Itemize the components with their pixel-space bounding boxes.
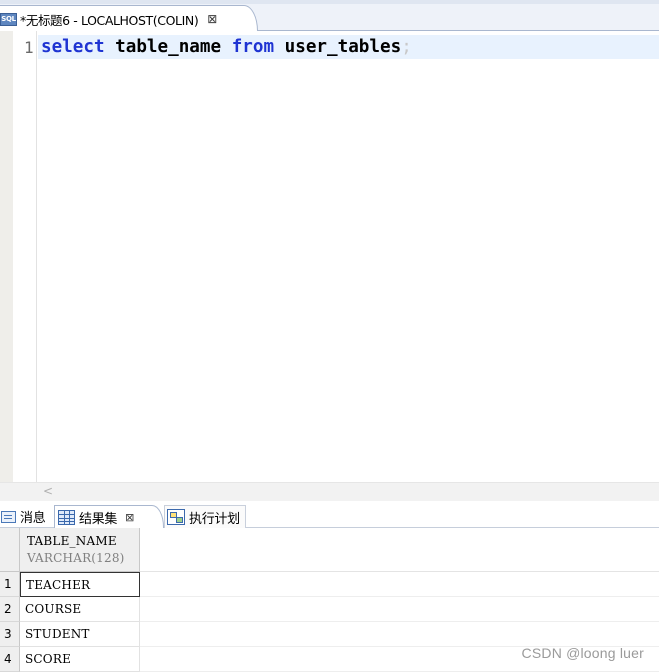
tab-messages[interactable]: 消息: [0, 505, 52, 528]
sql-file-icon: SQL: [0, 12, 17, 26]
row-number[interactable]: 4: [0, 647, 20, 672]
editor-tab-strip: SQL *无标题6 - LOCALHOST(COLIN) ⊠: [0, 0, 659, 32]
column-name: TABLE_NAME: [27, 534, 117, 548]
row-empty-area: [140, 622, 659, 647]
editor-gutter: [0, 31, 13, 482]
header-empty-area: [140, 528, 659, 572]
line-number-column: [13, 31, 37, 482]
row-empty-area: [140, 597, 659, 622]
tab-strip-top-edge: [0, 0, 659, 4]
execution-plan-icon: [167, 509, 185, 525]
table-cell[interactable]: TEACHER: [20, 572, 140, 597]
row-empty-area: [140, 572, 659, 597]
watermark: CSDN @loong luer: [521, 645, 644, 661]
identifier-column: table_name: [115, 37, 222, 57]
keyword-from: from: [231, 37, 275, 57]
grid-corner-header[interactable]: [0, 528, 20, 572]
tab-result-set-label: 结果集: [79, 511, 118, 527]
tab-execution-plan[interactable]: 执行计划: [164, 505, 246, 528]
table-cell[interactable]: STUDENT: [20, 622, 140, 647]
close-result-tab-icon[interactable]: ⊠: [125, 511, 134, 524]
close-tab-icon[interactable]: ⊠: [207, 12, 217, 26]
tab-result-set[interactable]: 结果集 ⊠: [54, 505, 164, 528]
table-row[interactable]: 1 TEACHER: [0, 572, 659, 597]
tab-messages-label: 消息: [20, 511, 46, 526]
grid-icon: [58, 509, 75, 525]
table-row[interactable]: 3 STUDENT: [0, 622, 659, 647]
table-cell[interactable]: SCORE: [20, 647, 140, 672]
row-number[interactable]: 2: [0, 597, 20, 622]
row-number[interactable]: 1: [0, 572, 20, 597]
row-number[interactable]: 3: [0, 622, 20, 647]
message-icon: [1, 510, 16, 523]
table-row[interactable]: 2 COURSE: [0, 597, 659, 622]
scroll-left-icon[interactable]: <: [43, 484, 53, 498]
identifier-table: user_tables: [284, 37, 402, 57]
statement-terminator: ;: [401, 37, 412, 57]
column-header-table-name[interactable]: TABLE_NAME VARCHAR(128): [20, 528, 140, 572]
tab-execution-plan-label: 执行计划: [189, 511, 240, 527]
column-type: VARCHAR(128): [27, 551, 125, 565]
tab-sql-editor[interactable]: SQL *无标题6 - LOCALHOST(COLIN) ⊠: [0, 5, 258, 32]
keyword-select: select: [41, 37, 105, 57]
editor-horizontal-scrollbar[interactable]: <: [0, 482, 659, 501]
sql-editor[interactable]: 1 select table_name from user_tables;: [0, 31, 659, 482]
code-line-1[interactable]: select table_name from user_tables;: [41, 37, 412, 57]
table-cell[interactable]: COURSE: [20, 597, 140, 622]
result-tab-bar: 消息 结果集 ⊠ 执行计划: [0, 503, 659, 528]
editor-tab-title: *无标题6 - LOCALHOST(COLIN): [20, 12, 199, 28]
line-number: 1: [24, 38, 34, 57]
